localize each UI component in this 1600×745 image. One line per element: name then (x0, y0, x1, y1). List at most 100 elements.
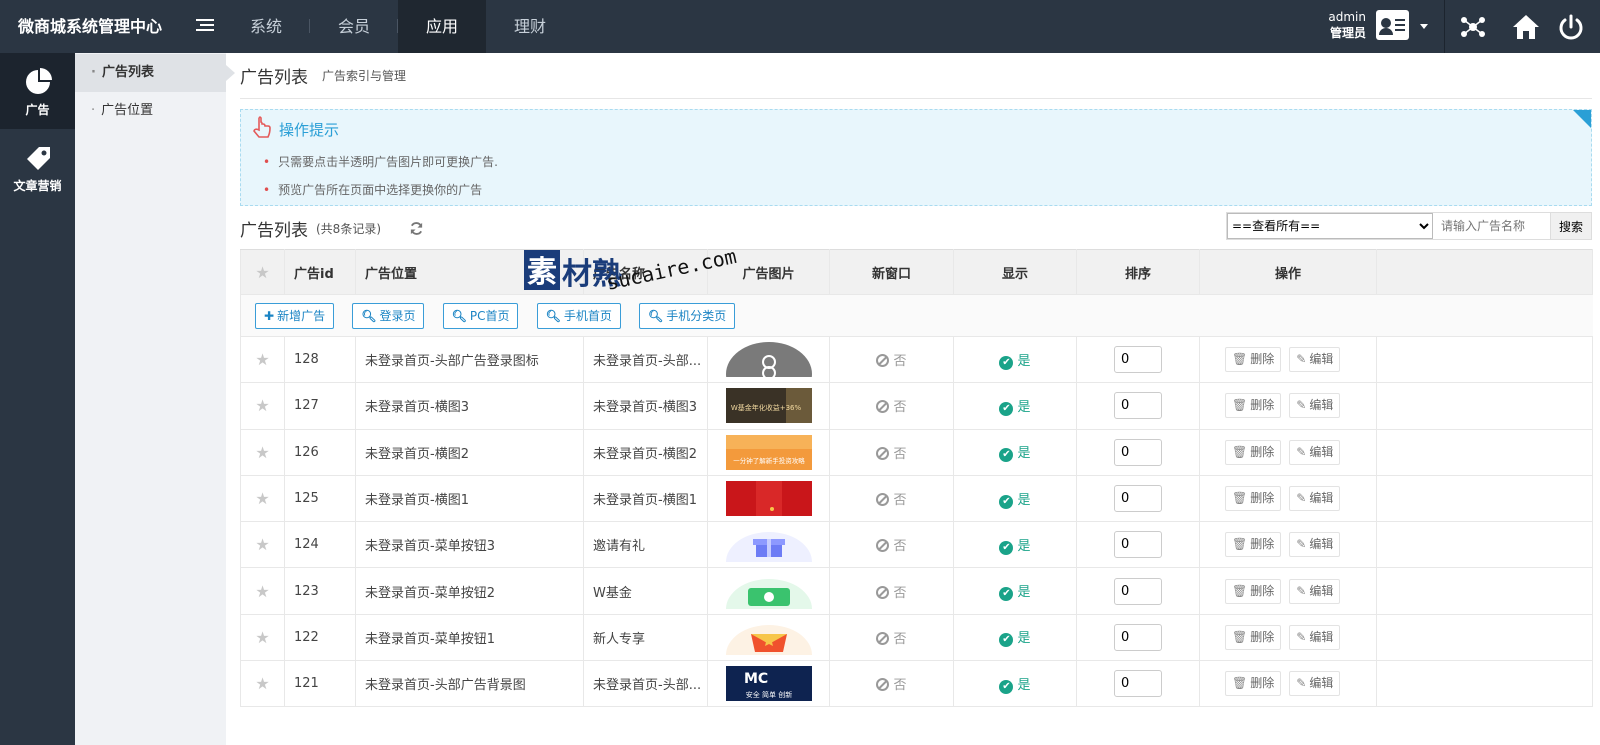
new-window-toggle[interactable]: 否 (876, 354, 907, 369)
ban-icon (876, 678, 890, 692)
trash-icon: 🗑︎ (1232, 629, 1248, 644)
edit-button[interactable]: ✎ 编辑 (1289, 671, 1341, 697)
display-toggle[interactable]: ✔ 是 (999, 585, 1031, 602)
col-sort[interactable]: 排序 (1076, 249, 1200, 295)
sort-input[interactable] (1114, 392, 1162, 420)
edit-button[interactable]: ✎ 编辑 (1289, 486, 1341, 512)
sort-input[interactable] (1114, 346, 1162, 374)
network-icon[interactable] (1458, 12, 1488, 42)
ad-thumbnail[interactable] (725, 620, 812, 655)
user-card-icon[interactable] (1376, 10, 1409, 40)
delete-button[interactable]: 🗑︎ 删除 (1225, 532, 1282, 558)
star-icon[interactable]: ★ (255, 535, 269, 554)
sort-input[interactable] (1114, 670, 1162, 698)
position-filter-select[interactable]: ==查看所有== (1227, 213, 1433, 239)
ad-thumbnail[interactable]: 一分钟了解新手投资攻略 (725, 434, 812, 470)
nav-application[interactable]: 应用 (398, 0, 486, 53)
new-window-toggle[interactable]: 否 (876, 631, 907, 647)
edit-button[interactable]: ✎ 编辑 (1289, 393, 1341, 419)
delete-button[interactable]: 🗑︎ 删除 (1225, 486, 1282, 512)
ad-name-search-input[interactable] (1433, 213, 1550, 239)
sort-input[interactable] (1114, 577, 1162, 605)
display-toggle[interactable]: ✔ 是 (999, 631, 1031, 648)
power-icon[interactable] (1556, 12, 1586, 42)
subnav-ad-list[interactable]: 广告列表 (75, 54, 235, 92)
display-toggle[interactable]: ✔ 是 (999, 354, 1031, 370)
nav-finance[interactable]: 理财 (486, 0, 574, 53)
delete-button[interactable]: 🗑︎ 删除 (1225, 439, 1282, 465)
subnav-ad-position[interactable]: 广告位置 (75, 92, 226, 130)
new-window-toggle[interactable]: 否 (876, 539, 907, 554)
table-row: ★ 121 未登录首页-头部广告背景图 未登录首页-头部... MC 安全 简单 创新 否 ✔… (240, 660, 1593, 708)
nav-system[interactable]: 系统 (222, 0, 310, 53)
edit-button[interactable]: ✎ 编辑 (1289, 439, 1341, 465)
delete-button[interactable]: 🗑︎ 删除 (1225, 624, 1282, 650)
ad-thumbnail[interactable]: W基金年化收益+36% (725, 388, 812, 424)
check-circle-icon: ✔ (999, 401, 1014, 416)
edit-button[interactable]: ✎ 编辑 (1289, 347, 1341, 373)
new-window-toggle[interactable]: 否 (876, 400, 907, 415)
star-icon[interactable]: ★ (255, 443, 269, 462)
col-ad-id[interactable]: 广告id (284, 249, 356, 295)
nav-member[interactable]: 会员 (310, 0, 398, 53)
filter-mobile-category-button[interactable]: 🔍︎ 手机分类页 (639, 302, 736, 329)
delete-button[interactable]: 🗑︎ 删除 (1225, 671, 1282, 697)
display-toggle[interactable]: ✔ 是 (999, 678, 1031, 694)
star-icon[interactable]: ★ (255, 396, 269, 415)
ad-thumbnail[interactable]: MC 安全 简单 创新 (725, 666, 812, 702)
sort-input[interactable] (1114, 485, 1162, 513)
edit-button[interactable]: ✎ 编辑 (1289, 578, 1341, 604)
sort-input[interactable] (1114, 531, 1162, 559)
display-toggle[interactable]: ✔ 是 (999, 493, 1031, 509)
pie-chart-icon (25, 68, 52, 94)
col-display[interactable]: 显示 (953, 249, 1077, 295)
edit-button[interactable]: ✎ 编辑 (1289, 532, 1341, 558)
home-icon[interactable] (1511, 12, 1541, 42)
new-window-toggle[interactable]: 否 (876, 585, 907, 601)
edit-button[interactable]: ✎ 编辑 (1289, 624, 1341, 650)
star-icon[interactable]: ★ (255, 628, 269, 647)
ad-thumbnail[interactable] (725, 481, 812, 517)
star-icon[interactable]: ★ (255, 582, 269, 601)
display-toggle[interactable]: ✔ 是 (999, 400, 1031, 416)
ad-position: 未登录首页-菜单按钮2 (355, 567, 584, 615)
trash-icon: 🗑︎ (1232, 398, 1248, 413)
sort-input[interactable] (1114, 438, 1162, 466)
filter-mobile-home-button[interactable]: 🔍︎ 手机首页 (536, 302, 621, 329)
new-window-toggle[interactable]: 否 (876, 446, 907, 462)
filter-login-page-button[interactable]: 🔍︎ 登录页 (352, 302, 425, 329)
ad-id: 128 (284, 336, 356, 384)
filter-pc-home-button[interactable]: 🔍︎ PC首页 (442, 302, 519, 329)
delete-button[interactable]: 🗑︎ 删除 (1225, 347, 1282, 373)
star-icon[interactable]: ★ (255, 489, 269, 508)
ad-name: 未登录首页-横图3 (583, 382, 708, 430)
list-header: 广告列表 (共8条记录) ==查看所有== 搜索 (240, 207, 1592, 249)
star-icon[interactable]: ★ (255, 350, 269, 369)
user-dropdown-caret-icon[interactable] (1420, 24, 1428, 29)
user-info[interactable]: admin 管理员 (1318, 9, 1366, 41)
module-article-marketing[interactable]: 文章营销 (0, 129, 75, 205)
delete-button[interactable]: 🗑︎ 删除 (1225, 578, 1282, 604)
star-icon[interactable]: ★ (255, 674, 269, 693)
thumb-text: W基金年化收益+36% (730, 403, 801, 412)
menu-toggle-icon[interactable] (196, 19, 214, 35)
delete-button[interactable]: 🗑︎ 删除 (1225, 393, 1282, 419)
new-window-toggle[interactable]: 否 (876, 678, 907, 693)
ad-thumbnail[interactable] (725, 342, 812, 378)
refresh-icon[interactable] (409, 221, 424, 236)
search-button[interactable]: 搜索 (1550, 213, 1591, 239)
tips-collapse-corner[interactable] (1573, 110, 1591, 128)
sort-input[interactable] (1114, 623, 1162, 651)
ad-thumbnail[interactable] (725, 574, 812, 609)
ad-thumbnail[interactable] (725, 527, 812, 563)
actions-cell: 🗑︎ 删除 ✎ 编辑 (1199, 336, 1377, 384)
col-new-window[interactable]: 新窗口 (829, 249, 954, 295)
star-icon[interactable]: ★ (255, 263, 269, 282)
col-extra (1376, 249, 1593, 295)
module-ads[interactable]: 广告 (0, 53, 75, 129)
add-ad-button[interactable]: ✚ 新增广告 (255, 302, 335, 329)
display-toggle[interactable]: ✔ 是 (999, 446, 1031, 463)
display-toggle[interactable]: ✔ 是 (999, 539, 1031, 555)
svg-text:MC: MC (744, 671, 768, 687)
new-window-toggle[interactable]: 否 (876, 493, 907, 508)
